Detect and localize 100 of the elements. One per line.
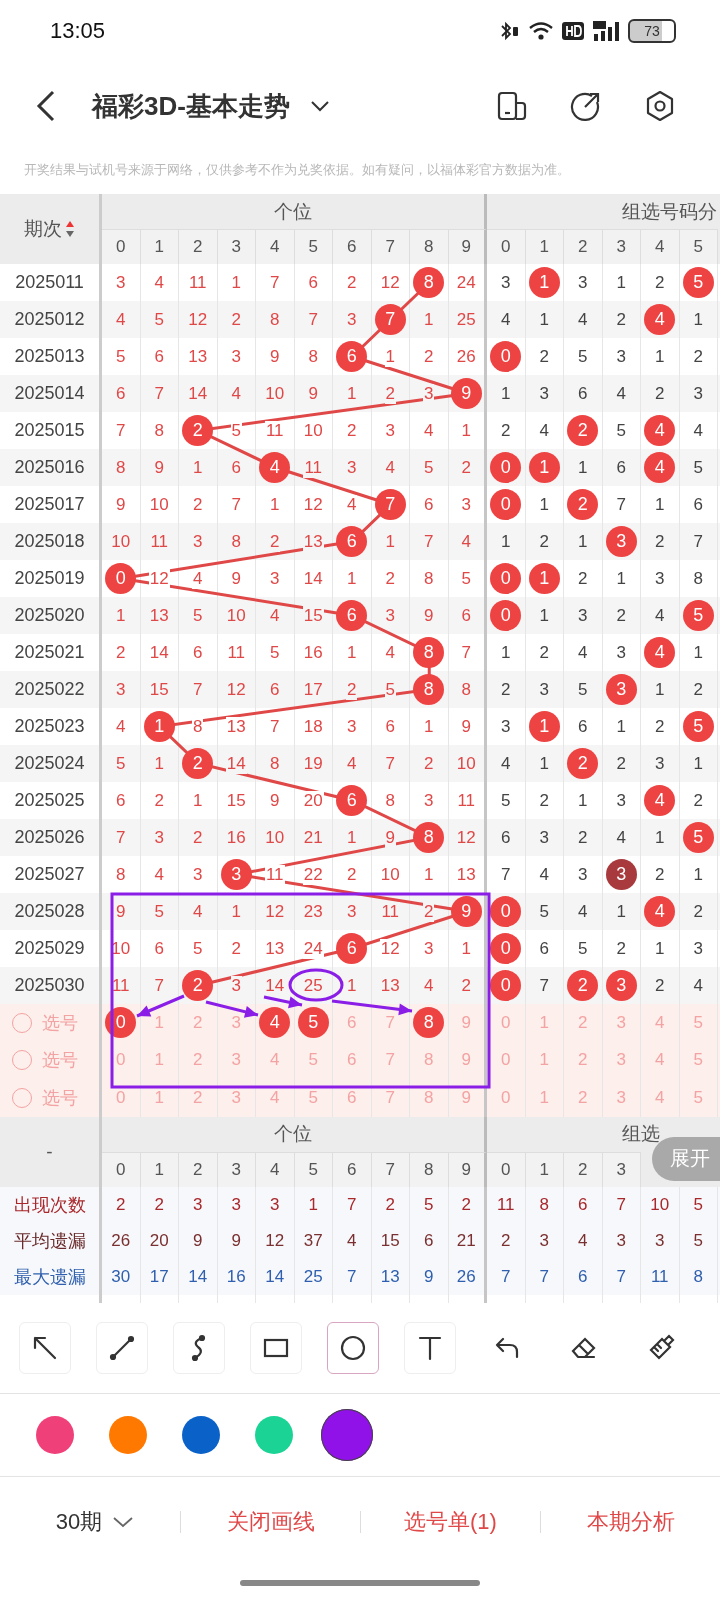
- stat-label: 平均遗漏: [13, 1229, 86, 1253]
- drawn-number-ball: 3: [220, 859, 252, 890]
- pick-digit[interactable]: 4: [259, 1007, 291, 1039]
- column-digit: 2: [193, 237, 203, 257]
- drawn-number-ball: 5: [682, 600, 714, 631]
- drawn-number-ball: 3: [605, 526, 637, 557]
- drawn-number-ball: 1: [528, 452, 560, 483]
- period-number: 2025017: [14, 494, 85, 515]
- drawn-number-ball: 0: [490, 489, 522, 520]
- column-digit: 1: [154, 1159, 164, 1180]
- column-digit: 6: [347, 1159, 357, 1180]
- column-digit: 3: [616, 1159, 626, 1180]
- period-number: 2025022: [14, 679, 85, 700]
- share-icon[interactable]: [570, 90, 602, 122]
- column-digit: 8: [424, 1159, 434, 1180]
- ellipse-tool-button[interactable]: [326, 1321, 379, 1374]
- rectangle-tool-button[interactable]: [249, 1321, 302, 1374]
- drawn-number-ball: 3: [605, 674, 637, 705]
- group-title: 组选号码分: [622, 199, 717, 224]
- drawn-number-ball: 8: [413, 267, 445, 298]
- column-digit: 3: [616, 237, 626, 257]
- column-digit: 0: [501, 237, 511, 257]
- drawn-number-ball: 0: [105, 563, 137, 594]
- drawn-number-ball: 4: [644, 304, 676, 335]
- period-number: 2025027: [14, 864, 85, 885]
- sort-icon[interactable]: [65, 220, 75, 238]
- line-tool-button[interactable]: [95, 1321, 148, 1374]
- drawn-number-ball: 2: [182, 970, 214, 1001]
- chevron-down-icon[interactable]: [309, 100, 330, 112]
- group-title: 个位: [274, 1122, 312, 1146]
- column-digit: 2: [578, 237, 588, 257]
- drawn-number-ball: 8: [413, 674, 445, 705]
- column-digit: 4: [655, 237, 665, 257]
- drawn-number-ball: 2: [182, 748, 214, 779]
- drawn-number-ball: 0: [490, 600, 522, 631]
- column-digit: 3: [231, 1159, 241, 1180]
- column-digit: 5: [693, 237, 703, 257]
- arrow-tool-button[interactable]: [18, 1321, 71, 1374]
- ellipse-annotation: [288, 968, 344, 1002]
- pick-digit[interactable]: 5: [297, 1007, 329, 1039]
- pick-label: 选号: [42, 1086, 78, 1110]
- period-number: 2025013: [14, 346, 85, 367]
- devices-icon[interactable]: [496, 90, 528, 122]
- action-button[interactable]: 关闭画线: [226, 1506, 315, 1537]
- column-digit: 0: [501, 1159, 511, 1180]
- pick-digit[interactable]: 8: [413, 1007, 445, 1039]
- period-dropdown[interactable]: 30期: [0, 1506, 180, 1537]
- drawn-number-ball: 3: [605, 970, 637, 1001]
- drawn-number-ball: 4: [644, 785, 676, 816]
- drawn-number-ball: 0: [490, 341, 522, 372]
- drawn-number-ball: 0: [490, 896, 522, 927]
- wifi-icon: [528, 20, 554, 42]
- curve-tool-button[interactable]: [172, 1321, 225, 1374]
- drawn-number-ball: 6: [336, 933, 368, 964]
- color-swatch[interactable]: [254, 1415, 293, 1454]
- drawn-number-ball: 6: [336, 600, 368, 631]
- stat-label: 出现次数: [13, 1193, 86, 1217]
- drawn-number-ball: 0: [490, 970, 522, 1001]
- column-digit: 3: [231, 237, 241, 257]
- color-swatch[interactable]: [35, 1415, 74, 1454]
- column-digit: 6: [347, 237, 357, 257]
- drawn-number-ball: 0: [490, 563, 522, 594]
- drawn-number-ball: 2: [567, 489, 599, 520]
- drawn-number-ball: 4: [644, 896, 676, 927]
- period-number: 2025012: [14, 309, 85, 330]
- color-swatch[interactable]: [108, 1415, 147, 1454]
- text-tool-button[interactable]: [403, 1321, 456, 1374]
- omission-count: 11: [264, 864, 285, 885]
- period-number: 2025026: [14, 827, 85, 848]
- column-digit: 4: [270, 237, 280, 257]
- period-header: 期次: [24, 217, 62, 241]
- column-digit: 1: [539, 237, 549, 257]
- period-number: 2025011: [15, 272, 84, 293]
- period-number: 2025015: [14, 420, 85, 441]
- drawn-number-ball: 1: [143, 711, 175, 742]
- drawn-number-ball: 4: [259, 452, 291, 483]
- summary-label: -: [46, 1140, 53, 1163]
- hd-icon: [562, 22, 584, 40]
- action-button[interactable]: 选号单(1): [404, 1506, 497, 1537]
- color-swatch[interactable]: [181, 1415, 220, 1454]
- drawn-number-ball: 7: [374, 304, 406, 335]
- column-digit: 0: [116, 1159, 126, 1180]
- arrow-annotation: [136, 994, 185, 1018]
- column-digit: 2: [193, 1159, 203, 1180]
- period-number: 2025030: [14, 975, 85, 996]
- drawn-number-ball: 6: [336, 526, 368, 557]
- period-number: 2025028: [14, 901, 85, 922]
- drawn-number-ball: 4: [644, 415, 676, 446]
- chevron-down-icon[interactable]: [112, 1515, 135, 1528]
- drawn-number-ball: 6: [336, 785, 368, 816]
- arrow-annotation: [205, 1000, 259, 1018]
- drawn-number-ball: 3: [605, 859, 637, 890]
- back-icon[interactable]: [36, 90, 56, 122]
- column-digit: 2: [578, 1159, 588, 1180]
- drawn-number-ball: 5: [682, 267, 714, 298]
- period-number: 2025021: [14, 642, 85, 663]
- page-title[interactable]: 福彩3D-基本走势: [92, 88, 290, 124]
- drawn-number-ball: 1: [528, 711, 560, 742]
- action-button[interactable]: 本期分析: [586, 1506, 675, 1537]
- settings-icon[interactable]: [644, 90, 676, 122]
